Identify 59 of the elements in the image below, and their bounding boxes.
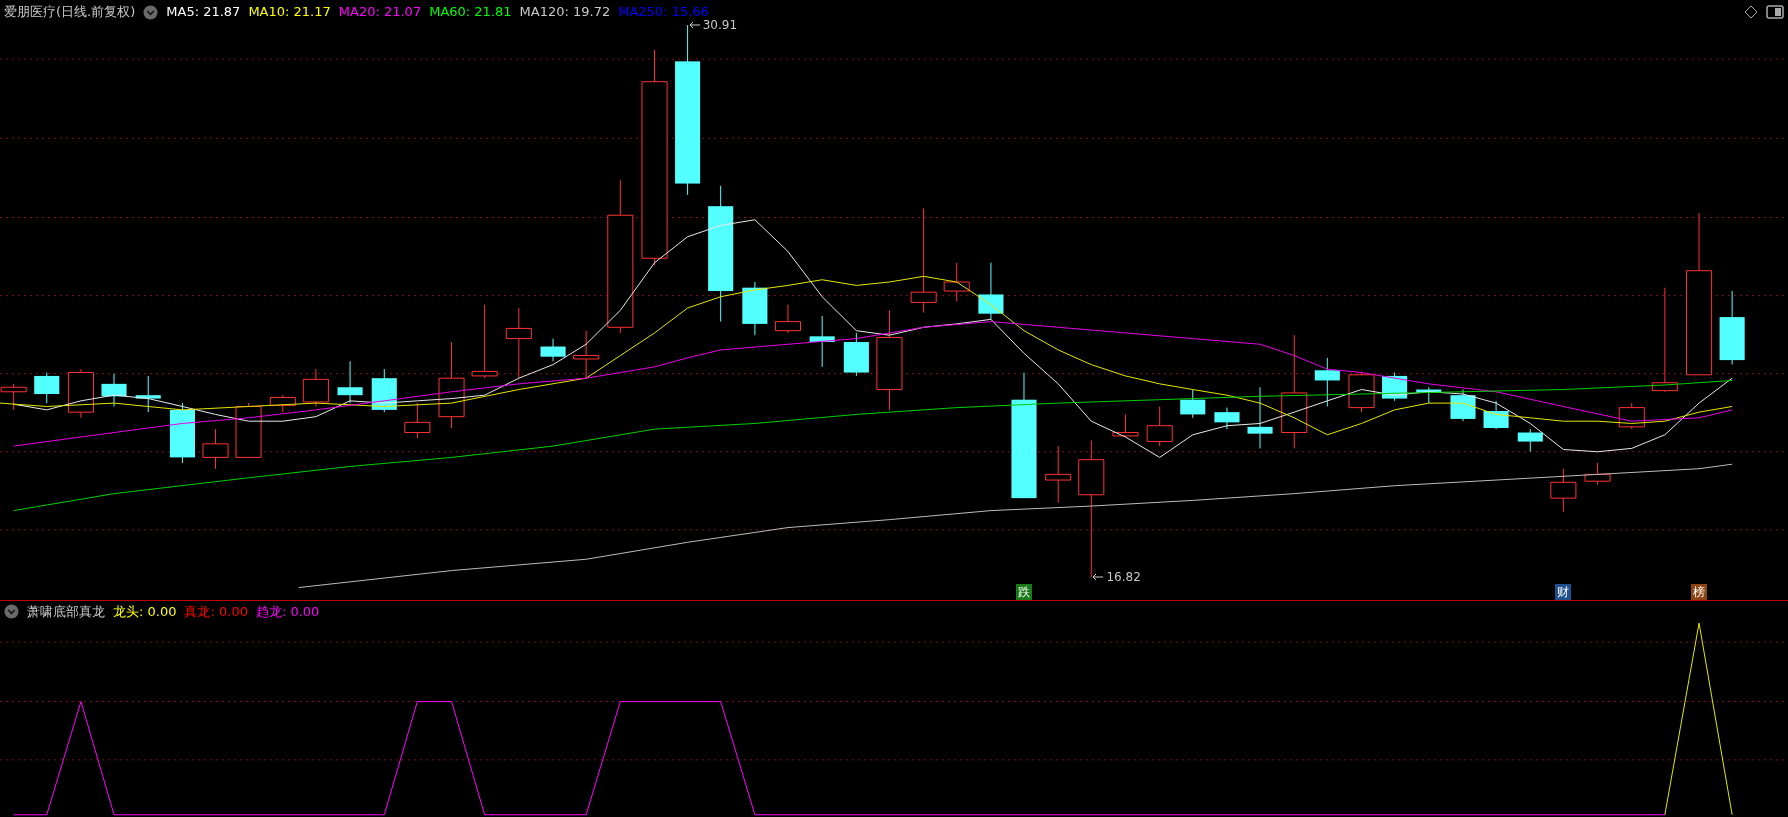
candlestick [0,383,27,411]
candlestick [169,402,195,464]
arrow-icon [1092,573,1105,582]
signal-badge: 榜 [1691,584,1708,601]
dropdown-icon[interactable] [143,4,159,20]
candlestick [135,375,161,413]
signal-badge: 财 [1555,584,1572,601]
candlestick [774,304,801,334]
candlestick [978,262,1004,320]
candlestick [337,360,363,404]
candlestick [843,332,869,377]
candlestick [202,428,229,470]
candlestick [1517,428,1543,453]
panel-toggle-icon[interactable] [1766,5,1784,19]
candlestick [404,402,431,439]
indicator-value: 龙头: 0.00 [113,602,177,621]
ma-value: MA5: 21.87 [166,3,241,22]
candlestick [943,262,970,302]
price-label: 30.91 [702,17,738,35]
candlestick [505,307,532,379]
candlestick [1146,406,1173,447]
candlestick [101,373,127,407]
candlestick [1550,468,1577,513]
candlestick [1214,407,1240,430]
price-label: 16.82 [1106,569,1141,587]
candlestick [371,368,397,413]
candlestick [1584,462,1611,486]
indicator-value: 真龙: 0.00 [184,602,248,621]
candlestick [1483,400,1509,430]
candlestick [1180,389,1206,419]
ma-value: MA10: 21.17 [248,3,331,22]
candlestick [1416,386,1442,404]
candlestick [742,281,768,336]
ma-value: MA60: 21.81 [429,3,512,22]
arrow-icon [688,21,701,30]
candlestick [573,330,600,379]
candlestick [269,394,296,413]
candlestick [1112,413,1139,438]
candlestick [1618,402,1645,430]
signal-badge: 跌 [1016,584,1032,601]
candlestick [1314,357,1340,407]
ma-value: MA20: 21.07 [338,3,422,22]
candlestick [235,402,262,458]
candlestick [809,315,835,368]
candlestick [1247,386,1273,449]
indicator-value: 趋龙: 0.00 [255,602,320,621]
dropdown-icon[interactable] [4,604,19,619]
candlestick [67,368,94,419]
candlestick [34,372,60,404]
indicator-title: 萧啸底部真龙 [27,602,105,621]
candlestick [302,368,329,407]
candlestick [540,338,566,362]
chart-title: 爱朋医疗(日线.前复权) [4,3,136,22]
ma-value: MA250: 15.66 [618,3,709,20]
candlestick [1045,445,1072,504]
ma-value: MA120: 19.72 [519,3,611,22]
candlestick [1348,372,1375,413]
candlestick [1450,389,1476,422]
diamond-icon[interactable] [1744,5,1758,19]
